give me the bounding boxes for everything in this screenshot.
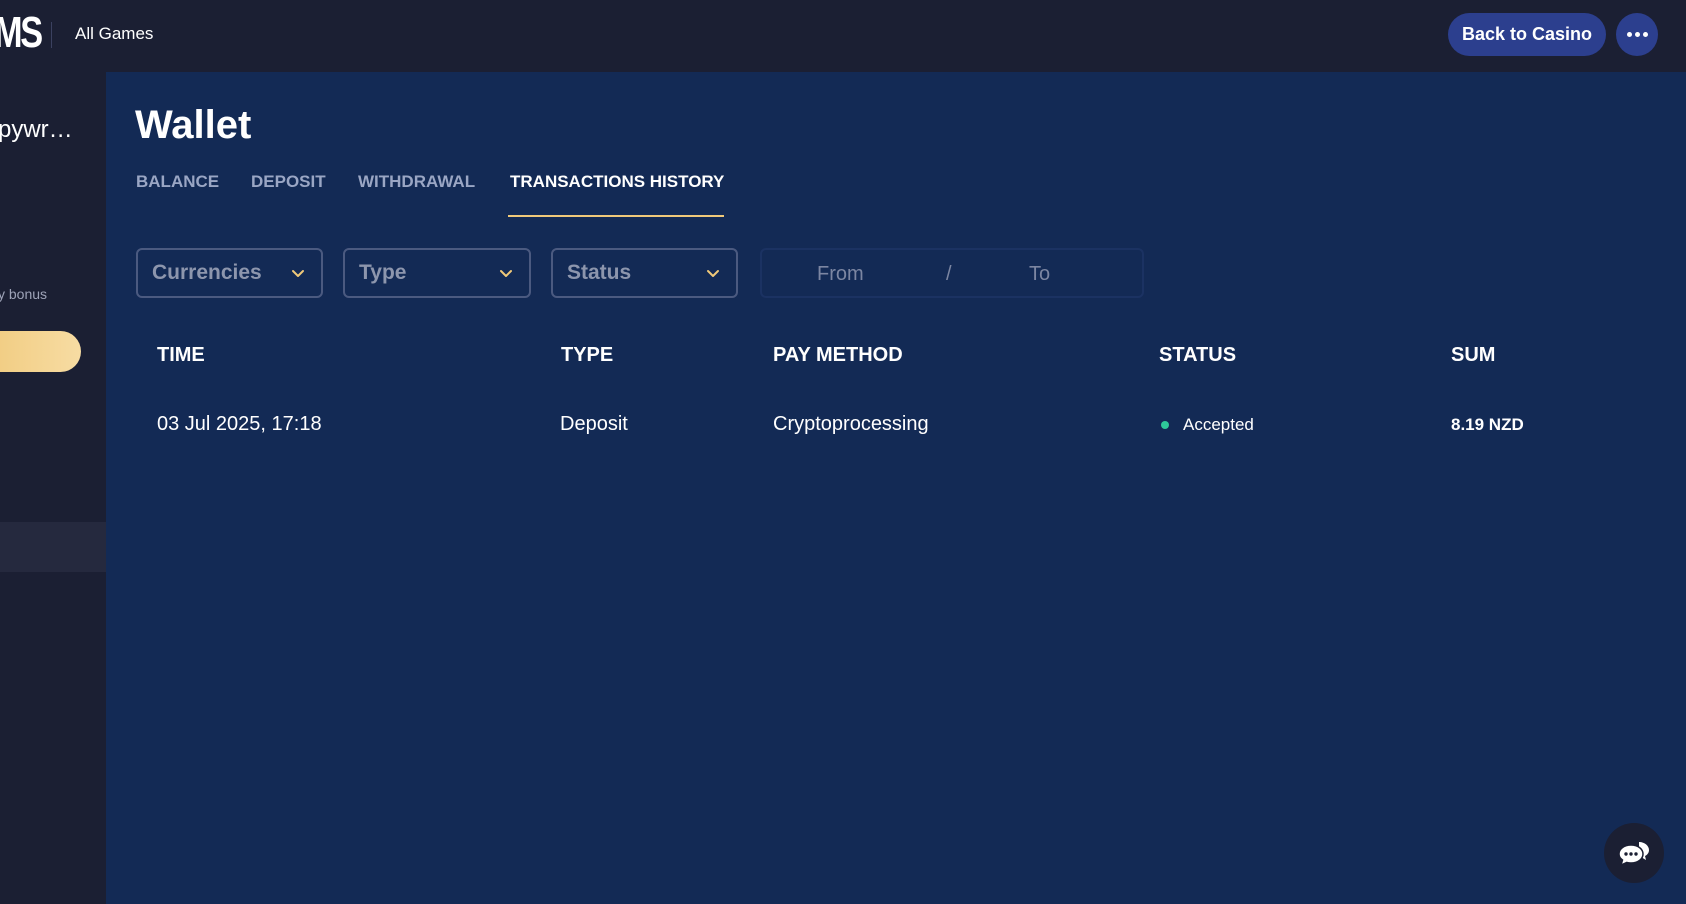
column-header-status: STATUS — [1159, 344, 1237, 366]
chevron-down-icon — [292, 270, 304, 277]
type-select[interactable]: Type — [343, 248, 531, 298]
currencies-select[interactable]: Currencies — [136, 248, 323, 298]
tab-withdrawal[interactable]: WITHDRAWAL — [358, 172, 475, 218]
column-header-type: TYPE — [561, 344, 614, 366]
currencies-select-label: Currencies — [152, 261, 262, 284]
tab-balance[interactable]: BALANCE — [136, 172, 219, 218]
more-menu-button[interactable] — [1616, 13, 1658, 56]
status-label: Accepted — [1183, 415, 1254, 434]
cell-pay-method: Cryptoprocessing — [773, 413, 929, 435]
page-title: Wallet — [135, 103, 252, 147]
cell-type: Deposit — [560, 413, 628, 435]
back-to-casino-button[interactable]: Back to Casino — [1448, 13, 1606, 56]
date-from-input[interactable]: From — [817, 263, 864, 286]
all-games-link[interactable]: All Games — [75, 24, 153, 44]
status-select-label: Status — [567, 261, 632, 284]
tab-transactions-history[interactable]: TRANSACTIONS HISTORY — [507, 172, 725, 218]
chevron-down-icon — [500, 270, 512, 277]
sidebar-cta-button[interactable] — [0, 331, 81, 372]
status-select[interactable]: Status — [551, 248, 738, 298]
chat-bubble-icon — [1618, 842, 1649, 867]
cell-status: Accepted — [1161, 415, 1254, 435]
sidebar: pywr… y bonus — [0, 72, 106, 904]
column-header-sum: SUM — [1451, 344, 1496, 366]
status-dot-icon — [1161, 421, 1169, 429]
logo-divider — [51, 22, 52, 48]
date-separator: / — [946, 263, 952, 285]
tab-deposit[interactable]: DEPOSIT — [251, 172, 326, 218]
date-to-input[interactable]: To — [1029, 263, 1050, 286]
logo[interactable]: MS — [0, 11, 43, 55]
chat-button[interactable] — [1604, 823, 1664, 883]
cell-time: 03 Jul 2025, 17:18 — [157, 413, 322, 435]
more-dots-icon — [1626, 32, 1632, 37]
type-select-label: Type — [359, 261, 407, 284]
column-header-pay-method: PAY METHOD — [773, 344, 903, 366]
cell-sum: 8.19 NZD — [1451, 415, 1524, 434]
transactions-table: TIME TYPE PAY METHOD STATUS SUM 03 Jul 2… — [136, 322, 1650, 464]
top-bar: MS All Games Back to Casino — [0, 0, 1686, 72]
sidebar-bonus-text: y bonus — [0, 286, 48, 302]
column-header-time: TIME — [157, 344, 205, 366]
date-range-picker: From / To — [760, 248, 1144, 298]
chevron-down-icon — [707, 270, 719, 277]
sidebar-item-active[interactable] — [0, 522, 106, 572]
sidebar-username: pywr… — [0, 116, 73, 143]
